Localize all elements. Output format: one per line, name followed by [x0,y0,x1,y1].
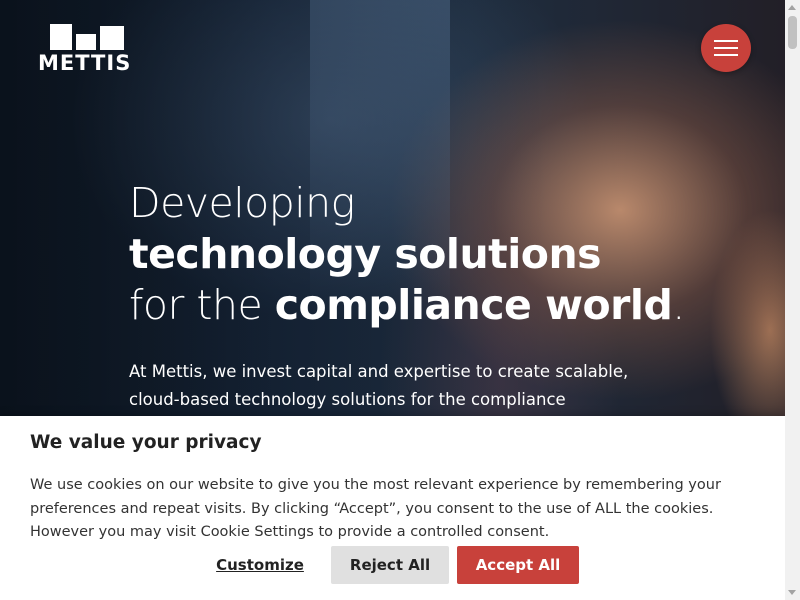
menu-button[interactable] [701,24,751,72]
headline-line-2-bold: technology solutions [129,230,602,278]
headline-line-3-bold: compliance world [274,281,673,329]
headline-line-3-suffix: . [672,281,685,329]
customize-button[interactable]: Customize [205,546,315,584]
headline-line-2: technology solutions [129,229,729,280]
hero-headline: Developing technology solutions for the … [129,178,729,331]
cookie-banner-title: We value your privacy [30,432,262,453]
hamburger-icon [714,40,738,42]
accept-all-button[interactable]: Accept All [457,546,579,584]
cookie-banner-body: We use cookies on our website to give yo… [30,477,721,540]
scroll-down-arrow-icon[interactable] [788,590,796,595]
mettis-logo[interactable]: METTIS [38,24,140,75]
scroll-up-arrow-icon[interactable] [788,5,796,10]
hero-intro-text: At Mettis, we invest capital and experti… [129,362,629,409]
cookie-consent-banner: We value your privacy We use cookies on … [0,416,785,600]
scrollbar-thumb[interactable] [788,16,797,49]
headline-line-3: for the compliance world. [129,280,729,331]
hamburger-icon-line [714,54,738,56]
headline-line-1: Developing [129,179,355,227]
hamburger-icon-line [714,47,738,49]
logo-wordmark: METTIS [38,51,132,75]
headline-line-3-prefix: for the [129,281,275,329]
logo-blocks-icon [50,24,124,50]
reject-all-button[interactable]: Reject All [331,546,449,584]
page-scrollbar[interactable] [785,0,800,600]
